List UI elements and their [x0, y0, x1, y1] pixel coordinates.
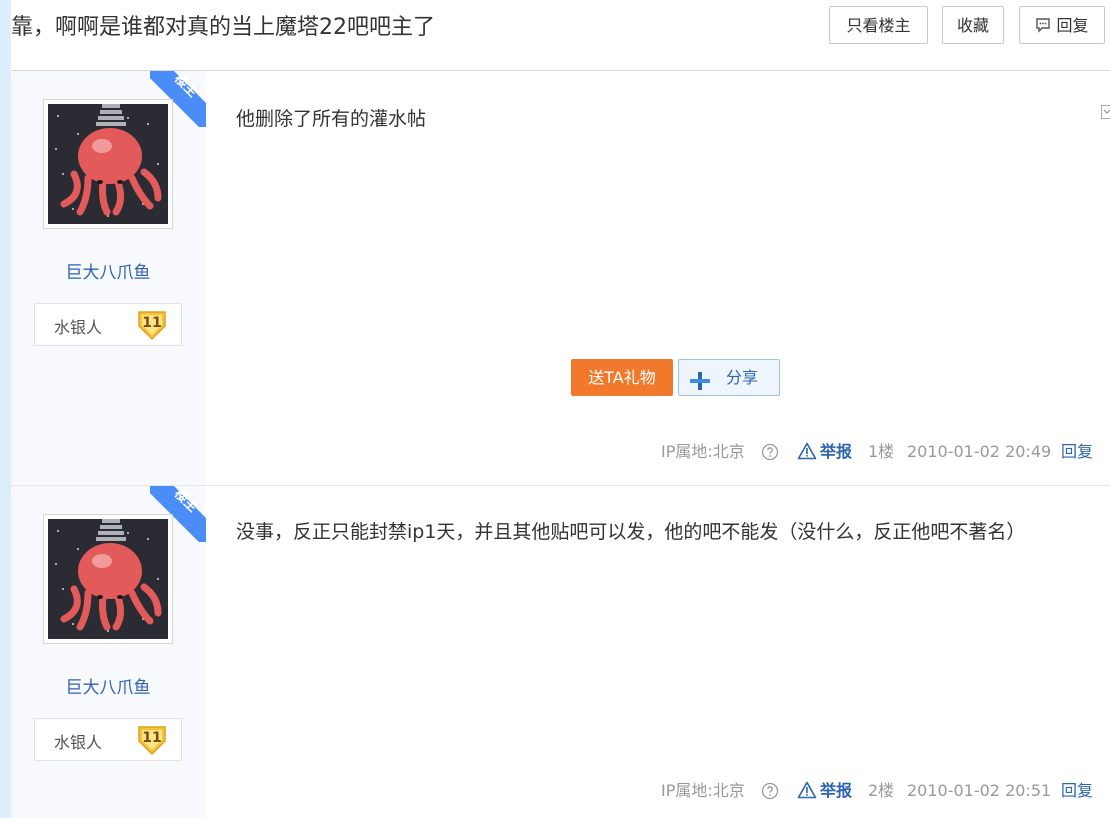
report-link[interactable]: 举报 [820, 780, 852, 802]
avatar[interactable] [43, 514, 173, 644]
author-panel: 楼主 巨大八爪鱼 水银人 11 [11, 71, 206, 485]
username-link[interactable]: 巨大八爪鱼 [11, 258, 205, 283]
level-name: 水银人 [54, 733, 103, 752]
help-icon[interactable] [761, 782, 779, 806]
level-number: 11 [142, 315, 162, 331]
left-edge-strip [0, 0, 11, 818]
share-button[interactable]: 分享 [678, 359, 780, 396]
user-level[interactable]: 水银人 11 [34, 303, 182, 346]
level-name: 水银人 [54, 318, 103, 337]
post-content: 他删除了所有的灌水帖 [236, 108, 427, 130]
thread-title: 靠，啊啊是谁都对真的当上魔塔22吧吧主了 [11, 15, 435, 40]
only-op-button[interactable]: 只看楼主 [829, 6, 928, 44]
level-badge-icon: 11 [135, 723, 169, 761]
floor-number: 1楼 [868, 442, 895, 461]
collapse-icon[interactable] [1101, 105, 1110, 125]
avatar[interactable] [43, 99, 173, 229]
ip-location: IP属地:北京 [661, 442, 745, 461]
ip-location: IP属地:北京 [661, 781, 745, 800]
author-panel: 楼主 巨大八爪鱼 水银人 11 [11, 486, 206, 818]
share-label: 分享 [726, 368, 759, 387]
send-gift-button[interactable]: 送TA礼物 [571, 359, 673, 396]
help-icon[interactable] [761, 443, 779, 467]
warning-icon[interactable] [797, 781, 817, 805]
level-number: 11 [142, 730, 162, 746]
user-level[interactable]: 水银人 11 [34, 718, 182, 761]
thread-header: 靠，啊啊是谁都对真的当上魔塔22吧吧主了 只看楼主 收藏 回复 [11, 0, 1110, 71]
share-icon [689, 368, 711, 403]
reply-link[interactable]: 回复 [1061, 780, 1093, 802]
reply-button-label: 回复 [1056, 16, 1089, 35]
post-content: 没事，反正只能封禁ip1天，并且其他贴吧可以发，他的吧不能发（没什么，反正他吧不… [236, 521, 1026, 543]
post-floor-2: 楼主 巨大八爪鱼 水银人 11 没事，反正只能封禁ip1天，并且其他贴吧可以发，… [11, 486, 1110, 818]
post-time: 2010-01-02 20:51 [907, 781, 1052, 800]
username-link[interactable]: 巨大八爪鱼 [11, 673, 205, 698]
report-link[interactable]: 举报 [820, 441, 852, 463]
level-badge-icon: 11 [135, 308, 169, 346]
octopus-avatar-image [48, 519, 168, 639]
floor-number: 2楼 [868, 781, 895, 800]
post-floor-1: 楼主 巨大八爪鱼 水银人 11 他删除了所有的灌水帖 送TA礼物 分享 IP属地… [11, 71, 1110, 486]
favorite-button[interactable]: 收藏 [942, 6, 1004, 44]
reply-link[interactable]: 回复 [1061, 441, 1093, 463]
post-time: 2010-01-02 20:49 [907, 442, 1052, 461]
warning-icon[interactable] [797, 442, 817, 466]
octopus-avatar-image [48, 104, 168, 224]
comment-icon [1035, 9, 1051, 47]
reply-button[interactable]: 回复 [1019, 6, 1105, 44]
